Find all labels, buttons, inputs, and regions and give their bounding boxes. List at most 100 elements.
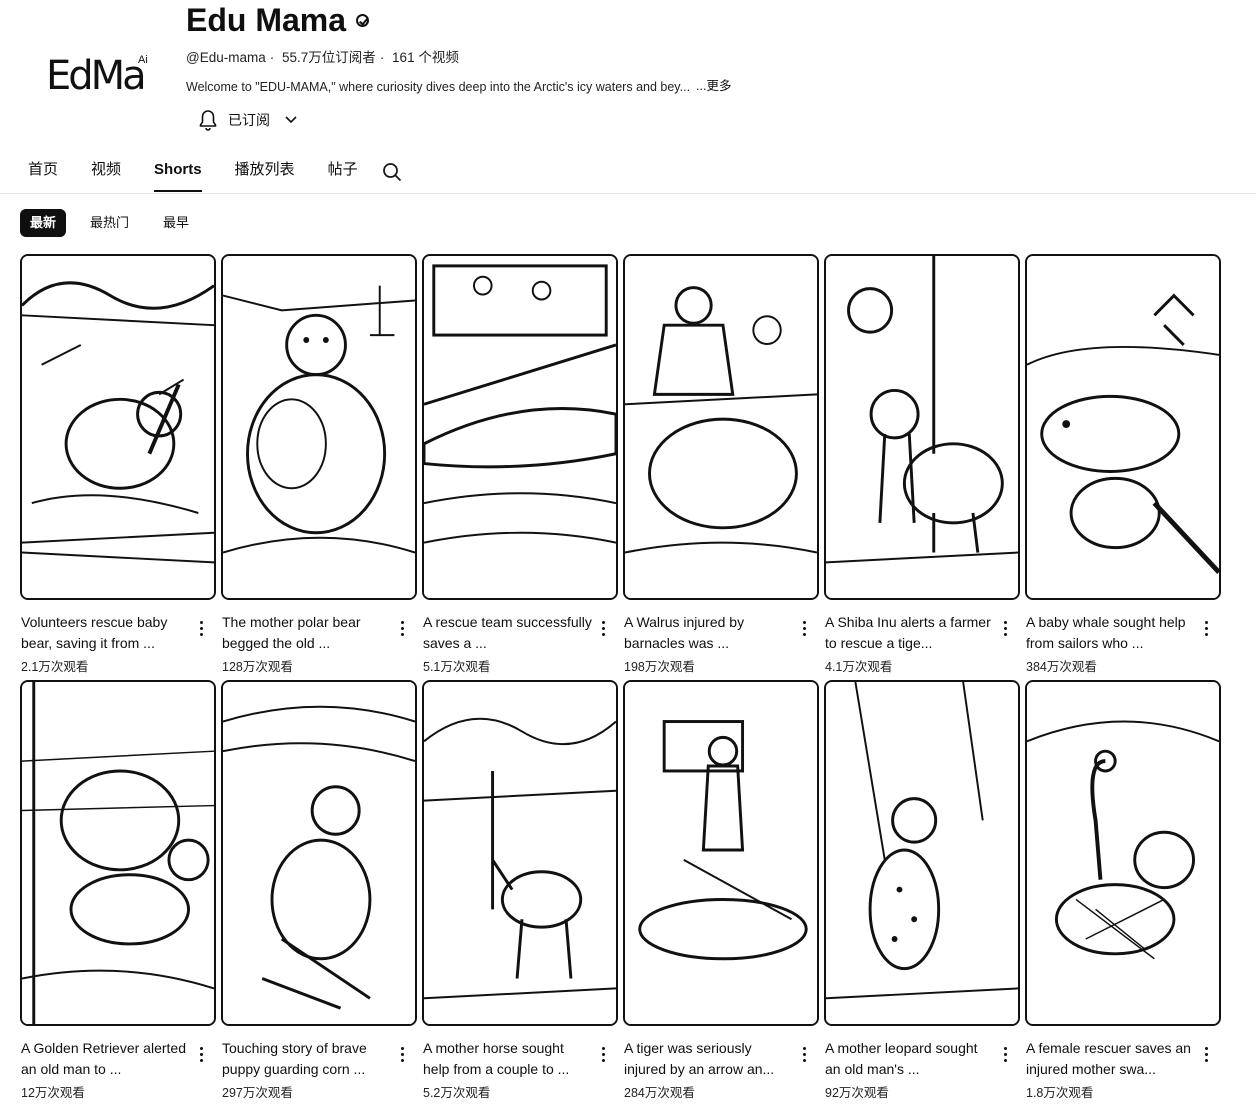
tiger-thumbnail-image <box>826 256 1018 598</box>
more-options-icon[interactable] <box>998 1044 1012 1064</box>
short-thumbnail[interactable] <box>1025 254 1221 600</box>
description-more-link[interactable]: ...更多 <box>696 79 731 93</box>
short-title[interactable]: A Golden Retriever alerted an old man to… <box>21 1038 191 1080</box>
chip-popular[interactable]: 最热门 <box>80 209 140 237</box>
short-thumbnail[interactable] <box>221 254 417 600</box>
short-thumbnail[interactable] <box>20 254 216 600</box>
short-card[interactable]: A Walrus injured by barnacles was ... 19… <box>623 254 821 674</box>
short-thumbnail[interactable] <box>623 254 819 600</box>
more-options-icon[interactable] <box>596 618 610 638</box>
bear-thumbnail-image <box>22 256 214 598</box>
more-options-icon[interactable] <box>596 1044 610 1064</box>
video-count: 161 个视频 <box>392 50 459 65</box>
more-options-icon[interactable] <box>998 618 1012 638</box>
short-title[interactable]: Touching story of brave puppy guarding c… <box>222 1038 392 1080</box>
whale-boat-thumbnail-image <box>424 256 616 598</box>
channel-meta: @Edu-mama · 55.7万位订阅者 · 161 个视频 <box>186 46 463 66</box>
short-card[interactable]: A rescue team successfully saves a ... 5… <box>422 254 620 674</box>
short-thumbnail[interactable] <box>422 254 618 600</box>
short-views: 284万次观看 <box>624 1086 695 1100</box>
short-card[interactable]: A Golden Retriever alerted an old man to… <box>20 680 218 1100</box>
chevron-down-icon <box>280 113 302 127</box>
tab-playlists[interactable]: 播放列表 <box>235 156 295 194</box>
short-card[interactable]: A baby whale sought help from sailors wh… <box>1025 254 1223 674</box>
short-card[interactable]: Touching story of brave puppy guarding c… <box>221 680 419 1100</box>
short-card[interactable]: A tiger was seriously injured by an arro… <box>623 680 821 1100</box>
short-views: 198万次观看 <box>624 660 695 674</box>
more-options-icon[interactable] <box>1199 618 1213 638</box>
more-options-icon[interactable] <box>194 618 208 638</box>
short-title[interactable]: Volunteers rescue baby bear, saving it f… <box>21 612 191 654</box>
swan-thumbnail-image <box>1027 682 1219 1024</box>
polar-bear-thumbnail-image <box>223 256 415 598</box>
description-text: Welcome to "EDU-MAMA," where curiosity d… <box>186 80 691 94</box>
short-card[interactable]: A mother leopard sought an old man's ...… <box>824 680 1022 1100</box>
short-views: 5.2万次观看 <box>423 1086 491 1100</box>
short-card[interactable]: A Shiba Inu alerts a farmer to rescue a … <box>824 254 1022 674</box>
channel-search-button[interactable] <box>382 162 402 187</box>
short-card[interactable]: A mother horse sought help from a couple… <box>422 680 620 1100</box>
short-views: 5.1万次观看 <box>423 660 491 674</box>
puppy-thumbnail-image <box>223 682 415 1024</box>
subscribed-label: 已订阅 <box>228 112 270 128</box>
more-options-icon[interactable] <box>194 1044 208 1064</box>
short-title[interactable]: A mother horse sought help from a couple… <box>423 1038 593 1080</box>
short-thumbnail[interactable] <box>824 254 1020 600</box>
chip-oldest[interactable]: 最早 <box>153 209 200 237</box>
channel-name: Edu Mama <box>186 2 347 38</box>
short-title[interactable]: A Shiba Inu alerts a farmer to rescue a … <box>825 612 995 654</box>
short-thumbnail[interactable] <box>824 680 1020 1026</box>
logo-superscript: Ai <box>138 54 148 66</box>
more-options-icon[interactable] <box>395 1044 409 1064</box>
meta-separator: · <box>379 50 385 65</box>
short-views: 92万次观看 <box>825 1086 889 1100</box>
more-options-icon[interactable] <box>797 1044 811 1064</box>
more-options-icon[interactable] <box>1199 1044 1213 1064</box>
channel-title: Edu Mama <box>186 2 370 39</box>
channel-tabs: 首页 视频 Shorts 播放列表 帖子 <box>28 156 391 194</box>
short-card[interactable]: Volunteers rescue baby bear, saving it f… <box>20 254 218 674</box>
verified-icon <box>356 14 370 27</box>
short-views: 384万次观看 <box>1026 660 1097 674</box>
tiger-injured-thumbnail-image <box>625 682 817 1024</box>
leopard-thumbnail-image <box>826 682 1018 1024</box>
short-views: 128万次观看 <box>222 660 293 674</box>
short-card[interactable]: The mother polar bear begged the old ...… <box>221 254 419 674</box>
tab-posts[interactable]: 帖子 <box>328 156 358 194</box>
tab-shorts[interactable]: Shorts <box>154 156 202 194</box>
short-thumbnail[interactable] <box>221 680 417 1026</box>
more-options-icon[interactable] <box>797 618 811 638</box>
channel-description[interactable]: Welcome to "EDU-MAMA," where curiosity d… <box>186 75 731 94</box>
short-thumbnail[interactable] <box>422 680 618 1026</box>
short-views: 2.1万次观看 <box>21 660 89 674</box>
short-title[interactable]: A baby whale sought help from sailors wh… <box>1026 612 1196 654</box>
short-thumbnail[interactable] <box>20 680 216 1026</box>
short-card[interactable]: A female rescuer saves an injured mother… <box>1025 680 1223 1100</box>
short-thumbnail[interactable] <box>623 680 819 1026</box>
meta-separator: · <box>269 50 275 65</box>
subscriber-count: 55.7万位订阅者 <box>282 50 376 65</box>
tabs-divider <box>0 193 1256 194</box>
more-options-icon[interactable] <box>395 618 409 638</box>
channel-handle: @Edu-mama <box>186 50 266 65</box>
short-title[interactable]: The mother polar bear begged the old ... <box>222 612 392 654</box>
short-title[interactable]: A mother leopard sought an old man's ... <box>825 1038 995 1080</box>
short-title[interactable]: A tiger was seriously injured by an arro… <box>624 1038 794 1080</box>
channel-logo[interactable]: EdMa Ai <box>46 48 156 104</box>
tab-videos[interactable]: 视频 <box>91 156 121 194</box>
short-title[interactable]: A female rescuer saves an injured mother… <box>1026 1038 1196 1080</box>
short-thumbnail[interactable] <box>1025 680 1221 1026</box>
bell-icon <box>198 109 218 131</box>
horse-thumbnail-image <box>424 682 616 1024</box>
short-views: 1.8万次观看 <box>1026 1086 1094 1100</box>
short-views: 4.1万次观看 <box>825 660 893 674</box>
chip-latest[interactable]: 最新 <box>20 209 67 237</box>
search-icon <box>382 163 402 186</box>
dog-thumbnail-image <box>22 682 214 1024</box>
tab-home[interactable]: 首页 <box>28 156 58 194</box>
short-title[interactable]: A rescue team successfully saves a ... <box>423 612 593 654</box>
logo-text: EdMa <box>46 53 147 99</box>
short-title[interactable]: A Walrus injured by barnacles was ... <box>624 612 794 654</box>
subscribed-button[interactable]: 已订阅 <box>186 104 314 136</box>
short-views: 12万次观看 <box>21 1086 85 1100</box>
